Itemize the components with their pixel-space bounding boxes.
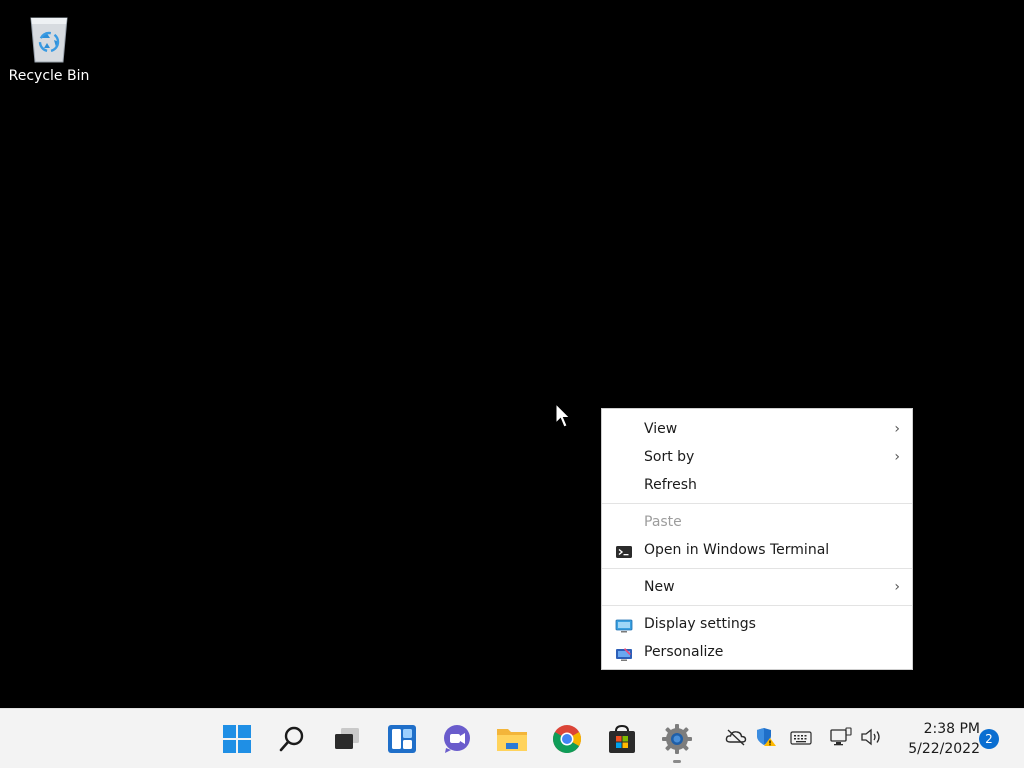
widgets-icon xyxy=(387,724,417,754)
keyboard-button[interactable] xyxy=(790,729,812,749)
search-icon xyxy=(278,725,306,753)
network-icon xyxy=(830,727,852,751)
network-button[interactable] xyxy=(830,727,852,751)
menu-item-display-settings[interactable]: Display settings xyxy=(602,610,912,638)
menu-item-label: Display settings xyxy=(644,616,756,632)
menu-item-view[interactable]: View › xyxy=(602,415,912,443)
onedrive-offline-icon xyxy=(725,728,747,750)
menu-item-label: Refresh xyxy=(644,477,697,493)
file-explorer-button[interactable] xyxy=(492,719,532,759)
mouse-cursor-icon xyxy=(555,402,571,429)
desktop-background[interactable]: Recycle Bin View › Sort by › Refresh Pas… xyxy=(0,0,1024,708)
folder-icon xyxy=(496,725,528,753)
menu-item-personalize[interactable]: Personalize xyxy=(602,638,912,666)
desktop-context-menu: View › Sort by › Refresh Paste Open in W… xyxy=(601,408,913,670)
menu-separator xyxy=(602,568,912,569)
task-view-icon xyxy=(332,726,362,752)
desktop-icon-label: Recycle Bin xyxy=(8,68,90,84)
keyboard-icon xyxy=(790,730,812,749)
menu-item-open-terminal[interactable]: Open in Windows Terminal xyxy=(602,536,912,564)
chrome-icon xyxy=(552,724,582,754)
settings-button[interactable] xyxy=(657,719,697,763)
clock[interactable]: 2:38 PM 5/22/2022 xyxy=(890,719,980,759)
notification-badge[interactable]: 2 xyxy=(979,729,999,749)
menu-item-label: Personalize xyxy=(644,644,724,660)
chevron-right-icon: › xyxy=(894,579,900,595)
chrome-button[interactable] xyxy=(547,719,587,759)
widgets-button[interactable] xyxy=(382,719,422,759)
menu-separator xyxy=(602,503,912,504)
chevron-right-icon: › xyxy=(894,421,900,437)
terminal-icon xyxy=(615,542,633,558)
personalize-icon xyxy=(615,644,633,661)
security-shield-icon xyxy=(755,727,777,751)
search-button[interactable] xyxy=(272,719,312,759)
menu-separator xyxy=(602,605,912,606)
taskbar: 2:38 PM 5/22/2022 2 xyxy=(0,708,1024,768)
menu-item-sort-by[interactable]: Sort by › xyxy=(602,443,912,471)
desktop-icon-recycle-bin[interactable]: Recycle Bin xyxy=(6,8,92,94)
store-button[interactable] xyxy=(602,719,642,759)
menu-item-label: Sort by xyxy=(644,449,695,465)
security-button[interactable] xyxy=(755,727,777,751)
chat-button[interactable] xyxy=(437,719,477,759)
menu-item-new[interactable]: New › xyxy=(602,573,912,601)
clock-time: 2:38 PM xyxy=(923,721,980,737)
menu-item-label: Open in Windows Terminal xyxy=(644,542,830,558)
menu-item-label: Paste xyxy=(644,514,682,530)
display-icon xyxy=(615,616,633,633)
gear-icon xyxy=(661,723,693,755)
store-icon xyxy=(607,724,637,754)
teams-chat-icon xyxy=(442,724,472,754)
menu-item-label: New xyxy=(644,579,675,595)
menu-item-refresh[interactable]: Refresh xyxy=(602,471,912,499)
volume-icon xyxy=(860,728,882,750)
onedrive-button[interactable] xyxy=(725,729,747,749)
volume-button[interactable] xyxy=(860,728,882,750)
menu-item-label: View xyxy=(644,421,678,437)
running-indicator xyxy=(673,760,681,763)
menu-item-paste: Paste xyxy=(602,508,912,536)
task-view-button[interactable] xyxy=(327,719,367,759)
windows-logo-icon xyxy=(222,724,252,754)
start-button[interactable] xyxy=(217,719,257,759)
recycle-bin-icon xyxy=(25,10,73,64)
chevron-right-icon: › xyxy=(894,449,900,465)
clock-date: 5/22/2022 xyxy=(908,741,980,757)
